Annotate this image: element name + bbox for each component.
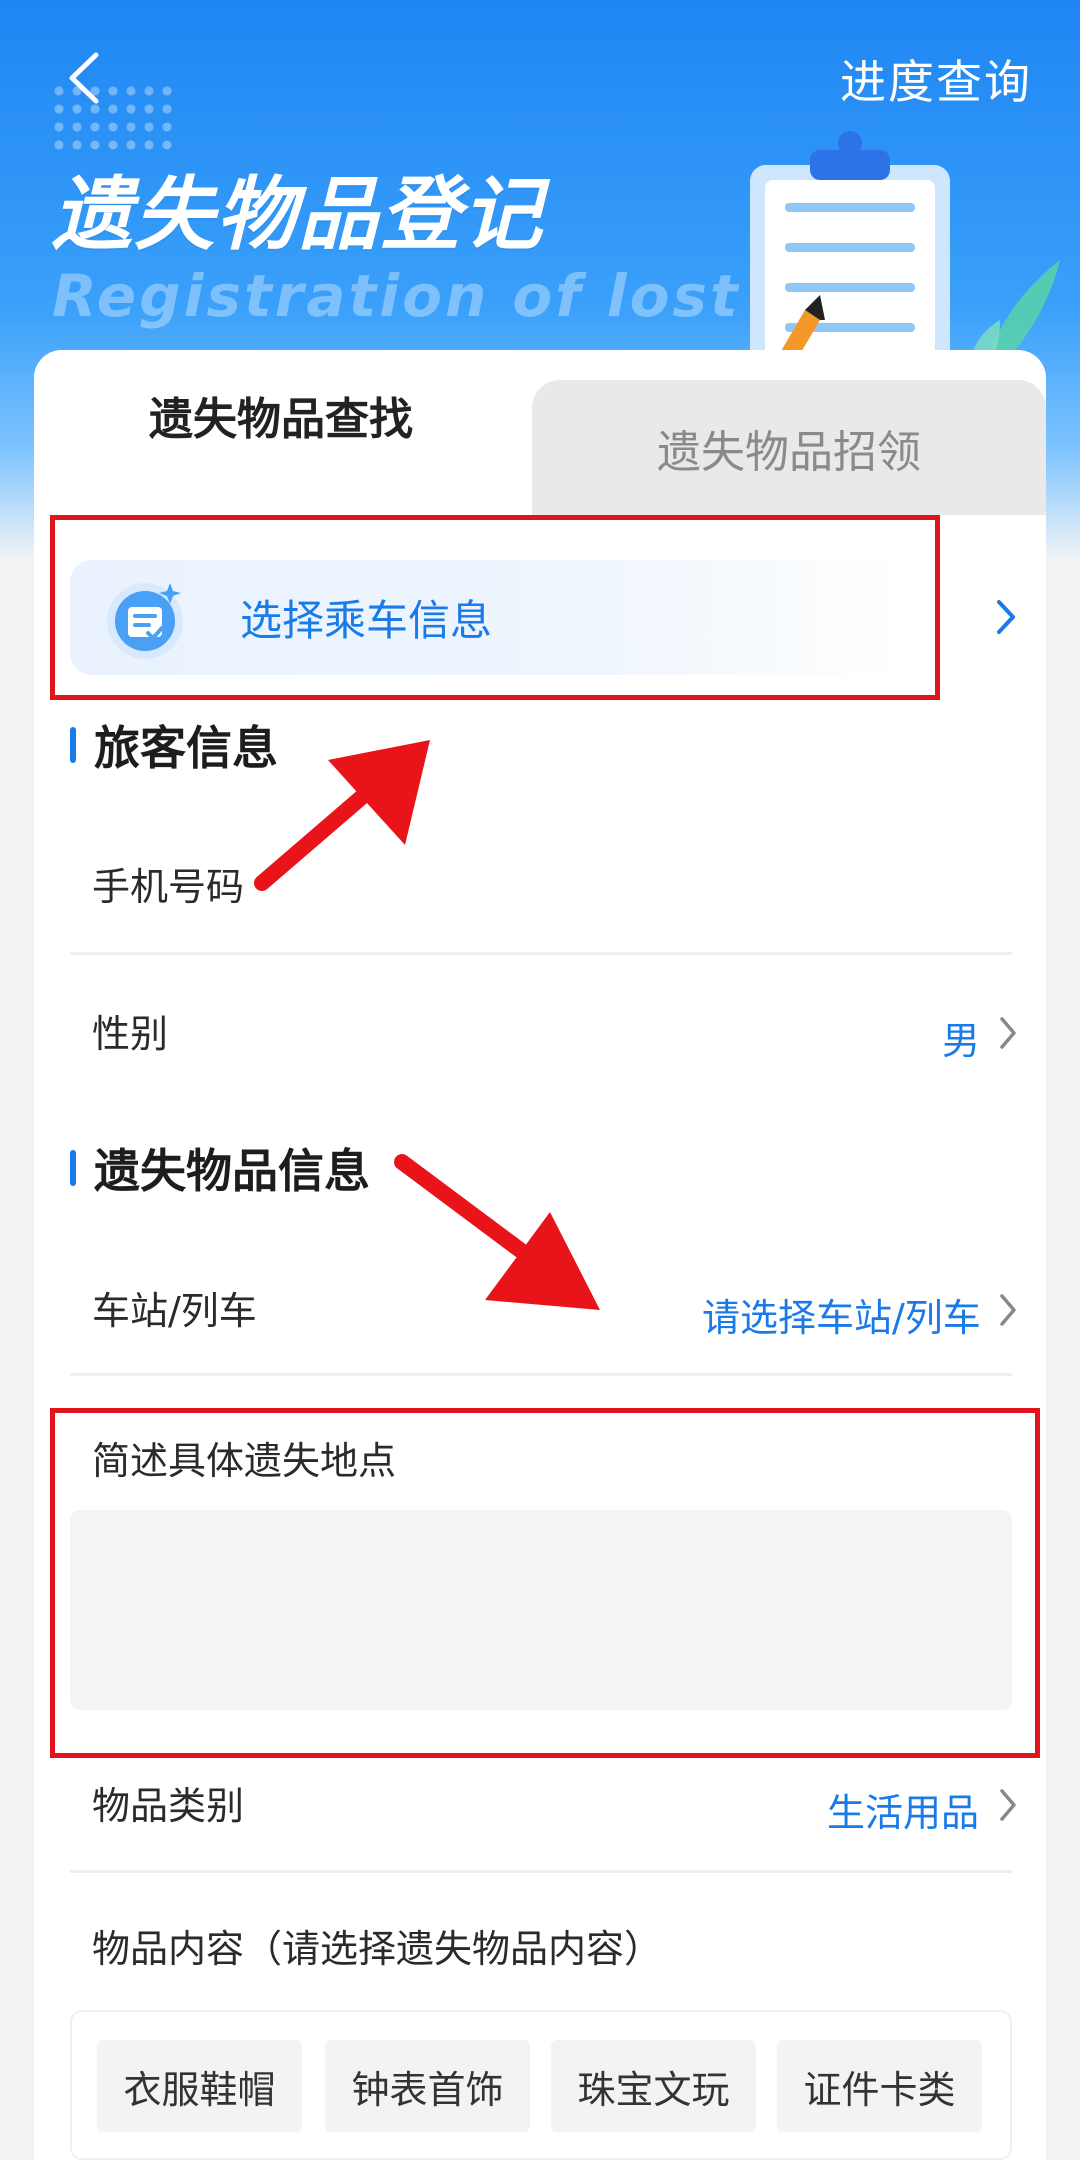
chip-watches-jewelry[interactable]: 钟表首饰	[325, 2040, 530, 2132]
divider	[70, 1870, 1012, 1873]
phone-label: 手机号码	[92, 865, 245, 909]
page-subtitle: Registration of lost	[52, 262, 741, 330]
back-button[interactable]	[58, 48, 108, 108]
select-ride-info-label: 选择乘车信息	[240, 596, 493, 645]
gender-label: 性别	[92, 1012, 169, 1056]
clipboard-illustration	[750, 131, 950, 385]
content-label: 物品内容（请选择遗失物品内容）	[92, 1927, 663, 1971]
annotation-arrow-up	[254, 740, 430, 891]
annotation-arrow-down	[394, 1154, 600, 1310]
chevron-right-icon[interactable]	[995, 598, 1017, 636]
divider	[70, 952, 1012, 955]
category-value[interactable]: 生活用品	[827, 1782, 979, 1837]
station-label: 车站/列车	[92, 1289, 257, 1333]
select-ride-info-button[interactable]: 选择乘车信息	[70, 560, 900, 675]
section-title-passenger: 旅客信息	[70, 712, 278, 778]
section-accent-bar	[70, 727, 76, 763]
chip-clothing[interactable]: 衣服鞋帽	[97, 2040, 302, 2132]
chevron-right-icon[interactable]	[998, 1787, 1018, 1823]
station-select[interactable]: 请选择车站/列车	[702, 1287, 981, 1342]
progress-query-link[interactable]: 进度查询	[840, 46, 1032, 112]
category-label: 物品类别	[92, 1784, 245, 1828]
page-title: 遗失物品登记	[52, 168, 544, 261]
location-label: 简述具体遗失地点	[92, 1439, 397, 1483]
divider	[70, 1373, 1012, 1376]
chip-antiques[interactable]: 珠宝文玩	[551, 2040, 756, 2132]
tab-lost-item-search[interactable]: 遗失物品查找	[34, 350, 528, 510]
ticket-icon	[107, 582, 183, 659]
section-accent-bar	[70, 1150, 76, 1186]
section-title-lost-item-text: 遗失物品信息	[94, 1144, 370, 1198]
back-icon	[69, 52, 99, 104]
chevron-right-icon[interactable]	[998, 1015, 1018, 1051]
chevron-right-icon[interactable]	[998, 1292, 1018, 1328]
location-textarea[interactable]	[70, 1510, 1012, 1710]
section-title-lost-item: 遗失物品信息	[70, 1135, 370, 1201]
tab-lost-and-found-claim[interactable]: 遗失物品招领	[532, 380, 1046, 515]
gender-value[interactable]: 男	[942, 1010, 980, 1065]
chip-documents-cards[interactable]: 证件卡类	[777, 2040, 982, 2132]
